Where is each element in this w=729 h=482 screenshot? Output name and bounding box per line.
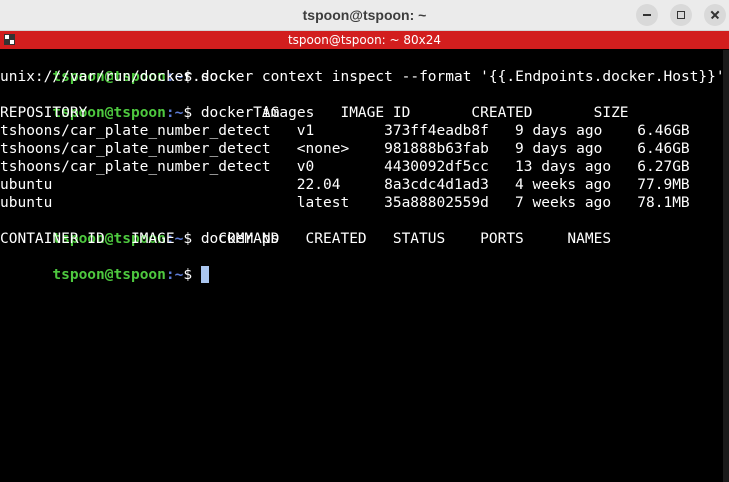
images-table-row: ubuntu latest 35a88802559d 7 weeks ago 7… — [0, 195, 690, 211]
prompt-path: :~ — [165, 267, 184, 283]
command-text: docker context inspect --format '{{.Endp… — [200, 69, 725, 85]
minimize-button[interactable] — [636, 4, 658, 26]
command-line: tspoon@tspoon:~$ docker images — [0, 86, 314, 121]
command-line: tspoon@tspoon:~$ docker context inspect … — [0, 50, 724, 85]
prompt-user: tspoon@tspoon — [52, 267, 166, 283]
images-table-row: tshoons/car_plate_number_detect <none> 9… — [0, 141, 690, 157]
images-table-row: tshoons/car_plate_number_detect v0 44300… — [0, 159, 690, 175]
title-bar[interactable]: tspoon@tspoon: ~ — [0, 0, 729, 31]
tab-bar[interactable]: tspoon@tspoon: ~ 80x24 — [0, 31, 729, 49]
command-line: tspoon@tspoon:~$ docker ps — [0, 212, 279, 247]
window-title: tspoon@tspoon: ~ — [302, 7, 427, 23]
text-cursor — [200, 266, 209, 283]
images-table-row: tshoons/car_plate_number_detect v1 373ff… — [0, 123, 690, 139]
maximize-icon — [677, 11, 685, 19]
minimize-icon — [643, 14, 651, 16]
images-table-row: ubuntu 22.04 8a3cdc4d1ad3 4 weeks ago 77… — [0, 177, 690, 193]
maximize-button[interactable] — [670, 4, 692, 26]
tab-title: tspoon@tspoon: ~ 80x24 — [287, 33, 442, 47]
output-line: unix:///var/run/docker.sock — [0, 69, 236, 85]
current-prompt-line[interactable]: tspoon@tspoon:~$ — [0, 248, 209, 283]
close-button[interactable] — [704, 4, 726, 26]
terminal-window: tspoon@tspoon: ~ tspoon@tspoon: ~ 80x24 … — [0, 0, 729, 482]
prompt-symbol: $ — [183, 267, 201, 283]
images-table-header: REPOSITORY TAG IMAGE ID CREATED SIZE — [0, 105, 629, 121]
ps-table-header: CONTAINER ID IMAGE COMMAND CREATED STATU… — [0, 231, 612, 247]
terminal-output[interactable]: tspoon@tspoon:~$ docker context inspect … — [0, 50, 725, 482]
scrollbar[interactable] — [723, 50, 729, 482]
